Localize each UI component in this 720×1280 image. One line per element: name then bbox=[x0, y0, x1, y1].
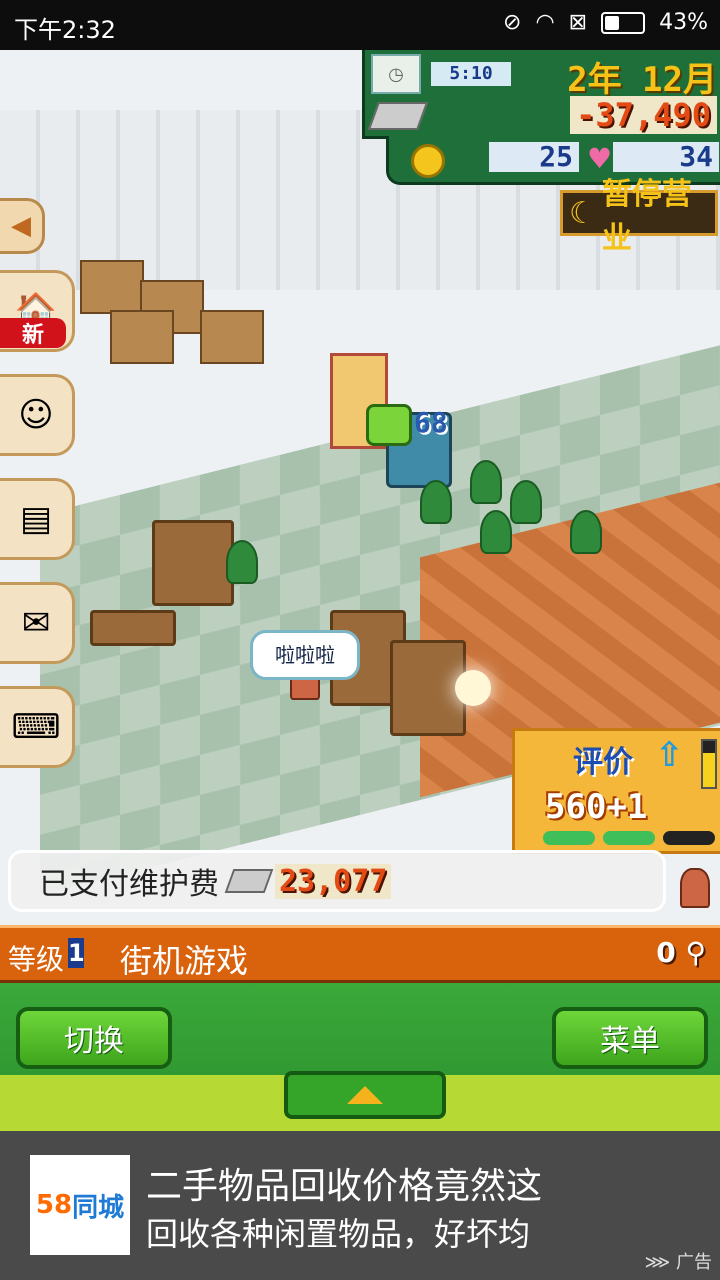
rating-pill bbox=[663, 831, 715, 845]
staff-menu-button[interactable]: ☺ bbox=[0, 374, 75, 456]
basket-count: 68 bbox=[414, 406, 448, 439]
counter bbox=[90, 610, 176, 646]
notice-amount: 23,077 bbox=[275, 863, 392, 899]
bottom-controls: 切换 菜单 bbox=[0, 983, 720, 1131]
money-value: -37,490 bbox=[570, 96, 717, 134]
ad-tag: ⋙ 广告 bbox=[644, 1252, 712, 1273]
cash-icon bbox=[367, 102, 429, 130]
visitor-count: 0 ⚲ bbox=[656, 936, 706, 969]
clock-time: 5:10 bbox=[431, 62, 511, 86]
ad-banner[interactable]: 58 同城 二手物品回收价格竟然这 回收各种闲置物品，好坏均 ⋙ 广告 bbox=[0, 1131, 720, 1280]
level-bar: 等级 1 街机游戏 0 ⚲ bbox=[0, 925, 720, 983]
switch-button[interactable]: 切换 bbox=[16, 1007, 172, 1069]
staff-icon: ☺ bbox=[18, 395, 54, 435]
triangle-up-icon bbox=[347, 1086, 383, 1104]
sim-off-icon: ⊠ bbox=[568, 10, 588, 35]
game-shelf[interactable] bbox=[152, 520, 234, 606]
computer-menu-button[interactable]: ⌨ bbox=[0, 686, 75, 768]
staff-member[interactable] bbox=[680, 868, 710, 908]
hud-time-row: ◷ 5:10 2年 12月 bbox=[362, 50, 720, 100]
moon-icon: ☾ bbox=[569, 195, 596, 231]
rating-pill bbox=[603, 831, 655, 845]
level-label: 等级 bbox=[8, 943, 65, 976]
coin-icon bbox=[411, 144, 445, 178]
expand-up-button[interactable] bbox=[284, 1071, 446, 1119]
storage-crate bbox=[200, 310, 264, 364]
rating-level-bar bbox=[701, 739, 717, 789]
person-icon: ⚲ bbox=[685, 936, 706, 969]
ad-logo: 58 同城 bbox=[30, 1155, 130, 1255]
wifi-icon: ◠ bbox=[535, 10, 555, 35]
vibrate-off-icon: ⊘ bbox=[503, 10, 522, 35]
store-name: 街机游戏 bbox=[120, 942, 249, 980]
game-date: 2年 12月 bbox=[567, 60, 717, 100]
level-value: 1 bbox=[68, 938, 85, 968]
ad-source-icon: ⋙ bbox=[644, 1252, 671, 1273]
notice-text: 已支付维护费 bbox=[39, 867, 219, 902]
status-time: 下午2:32 bbox=[14, 16, 116, 44]
message-menu-button[interactable]: ✉ bbox=[0, 582, 75, 664]
basket-icon bbox=[366, 404, 412, 446]
potted-plant bbox=[470, 460, 502, 504]
storage-crate bbox=[80, 260, 144, 314]
collapse-side-menu-button[interactable]: ◀ bbox=[0, 198, 45, 254]
coin-value: 25 bbox=[489, 142, 579, 172]
flower-pot bbox=[226, 540, 258, 584]
battery-icon bbox=[601, 11, 646, 34]
rating-up-icon: ⇧ bbox=[655, 735, 684, 775]
new-badge: 新 bbox=[0, 318, 66, 348]
shop-menu-button[interactable]: ▤ bbox=[0, 478, 75, 560]
heart-value: 34 bbox=[613, 142, 719, 172]
battery-percent: 43% bbox=[659, 10, 708, 35]
maintenance-notice: 已支付维护费 23,077 bbox=[8, 850, 666, 912]
ad-title: 二手物品回收价格竟然这 bbox=[146, 1166, 543, 1207]
menu-button[interactable]: 菜单 bbox=[552, 1007, 708, 1069]
speech-bubble: 啦啦啦 bbox=[250, 630, 360, 680]
rating-label: 评价 bbox=[573, 745, 633, 780]
rating-pill bbox=[543, 831, 595, 845]
rating-score: 560+1 bbox=[545, 787, 648, 827]
chevron-left-icon: ◀ bbox=[11, 211, 31, 241]
clock-icon: ◷ bbox=[371, 54, 421, 94]
status-bar: 下午2:32 ⊘ ◠ ⊠ 43% bbox=[0, 0, 720, 50]
status-icons: ⊘ ◠ ⊠ 43% bbox=[503, 10, 708, 35]
computer-icon: ⌨ bbox=[11, 707, 61, 747]
shop-icon: ▤ bbox=[19, 499, 53, 539]
cash-icon bbox=[224, 869, 274, 893]
potted-plant bbox=[420, 480, 452, 524]
ad-subtitle: 回收各种闲置物品，好坏均 bbox=[146, 1215, 531, 1253]
pause-business-button[interactable]: ☾ 暂停营业 bbox=[560, 177, 718, 256]
hud-money-row: -37,490 bbox=[362, 96, 720, 139]
rating-panel[interactable]: 评价 ⇧ 560+1 bbox=[512, 728, 720, 854]
chat-icon: ✉ bbox=[21, 603, 51, 643]
potted-plant bbox=[480, 510, 512, 554]
potted-plant bbox=[570, 510, 602, 554]
pause-label: 暂停营业 bbox=[601, 177, 692, 256]
storage-crate bbox=[110, 310, 174, 364]
floor-lamp bbox=[455, 670, 491, 706]
potted-plant bbox=[510, 480, 542, 524]
